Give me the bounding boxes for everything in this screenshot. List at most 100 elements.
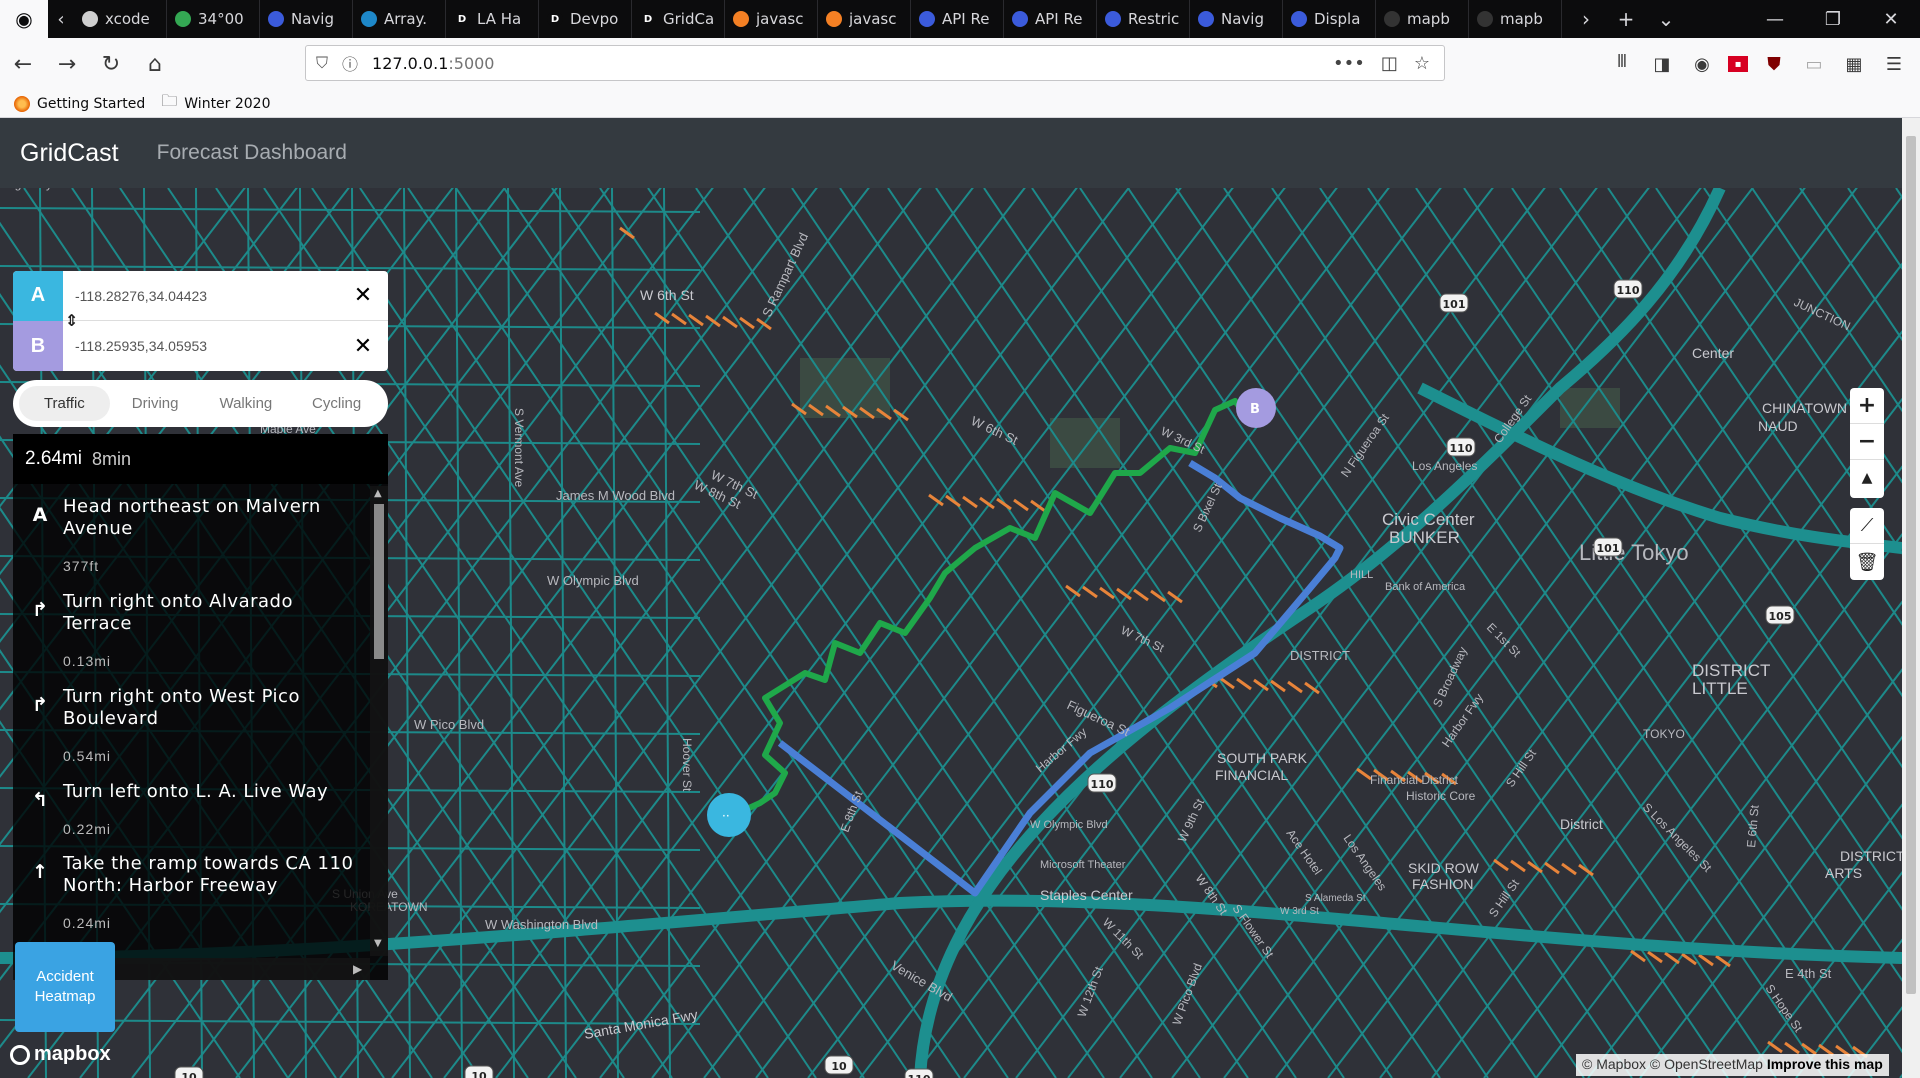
highway-shield-icon: 101 <box>1439 293 1469 313</box>
close-window-button[interactable]: ✕ <box>1862 0 1920 38</box>
instruction-step[interactable]: ↑ Take the ramp towards CA 110 North: Ha… <box>13 853 368 948</box>
trash-button[interactable]: 🗑 <box>1850 544 1884 580</box>
mapbox-logo[interactable]: mapbox <box>10 1043 111 1066</box>
clear-destination-button[interactable]: ✕ <box>338 334 388 359</box>
back-button[interactable]: ← <box>2 43 44 85</box>
tab-favicon-icon <box>175 11 191 27</box>
info-icon[interactable]: ⓘ <box>342 51 358 75</box>
browser-tab[interactable]: javasc <box>725 0 818 38</box>
bookmark-folder-winter-2020[interactable]: 🗀 Winter 2020 <box>161 90 270 117</box>
step-text: Turn left onto L. A. Live Way <box>63 781 329 802</box>
library-icon[interactable]: 𝍫 <box>1608 50 1636 78</box>
step-text: Head northeast on Malvern Avenue <box>63 496 321 539</box>
draw-line-button[interactable]: ⟋ <box>1850 508 1884 544</box>
scroll-tabs-right-icon[interactable]: › <box>1566 0 1606 38</box>
browser-tab[interactable]: D GridCa <box>632 0 725 38</box>
turn-left-icon: ↰ <box>32 789 48 811</box>
forward-button[interactable]: → <box>46 43 88 85</box>
map-attribution: © Mapbox © OpenStreetMap Improve this ma… <box>1576 1054 1889 1076</box>
scroll-tabs-left-icon[interactable]: ‹ <box>48 0 74 38</box>
osm-attribution-link[interactable]: © OpenStreetMap <box>1650 1056 1763 1072</box>
turn-right-icon: ↱ <box>32 599 48 621</box>
browser-tab[interactable]: Displa <box>1283 0 1376 38</box>
bookmark-star-icon[interactable]: ☆ <box>1414 53 1430 74</box>
map-label: ARTS <box>1825 865 1862 881</box>
map-canvas[interactable]: ·· B W 6th St S Rampart Blvd W 3rd St W 6th… <box>0 188 1902 1078</box>
list-all-tabs-icon[interactable]: ⌄ <box>1646 0 1686 38</box>
depart-icon: A <box>32 504 48 526</box>
extension-red-icon[interactable]: ▪ <box>1728 56 1748 72</box>
browser-tab[interactable]: mapb <box>1469 0 1562 38</box>
profile-traffic[interactable]: Traffic <box>19 386 110 421</box>
step-text: Take the ramp towards CA 110 North: Harb… <box>63 853 354 896</box>
scroll-right-icon[interactable]: ▶ <box>353 962 362 976</box>
browser-tab[interactable]: API Re <box>911 0 1004 38</box>
browser-tab[interactable]: Restric <box>1097 0 1190 38</box>
accident-heatmap-button[interactable]: Accident Heatmap <box>15 942 115 1032</box>
tab-title: javasc <box>756 10 804 28</box>
instruction-step[interactable]: ↱ Turn right onto Alvarado Terrace 0.13m… <box>13 591 368 686</box>
compass-button[interactable]: ▲ <box>1850 460 1884 496</box>
forecast-dashboard-link[interactable]: Forecast Dashboard <box>157 141 347 165</box>
minimize-window-button[interactable]: — <box>1746 0 1804 38</box>
swap-locations-icon[interactable]: ⇕ <box>65 311 78 330</box>
origin-input[interactable] <box>75 287 330 304</box>
traffic-congestion-segment <box>1698 953 1714 967</box>
menu-icon[interactable]: ☰ <box>1880 50 1908 78</box>
reload-button[interactable]: ↻ <box>90 43 132 85</box>
clear-origin-button[interactable]: ✕ <box>338 283 388 308</box>
tab-favicon-icon <box>82 11 98 27</box>
browser-tab[interactable]: javasc <box>818 0 911 38</box>
ublock-icon[interactable]: ⛊ <box>1760 50 1788 78</box>
address-bar[interactable]: ⛉ ⓘ 127.0.0.1:5000 ••• ◫ ☆ <box>305 45 1445 81</box>
browser-tab[interactable]: Navig <box>1190 0 1283 38</box>
map-label: W Washington Blvd <box>485 917 598 932</box>
browser-tab[interactable]: xcode <box>74 0 167 38</box>
shield-icon[interactable]: ⛉ <box>316 53 328 73</box>
destination-marker-label: B <box>1250 402 1260 417</box>
profile-walking[interactable]: Walking <box>201 386 292 421</box>
browser-tab[interactable]: D Devpo <box>539 0 632 38</box>
profile-driving[interactable]: Driving <box>110 386 201 421</box>
pocket-icon[interactable]: ◫ <box>1381 53 1398 74</box>
brand-link[interactable]: GridCast <box>20 139 119 168</box>
improve-map-link[interactable]: Improve this map <box>1767 1056 1883 1072</box>
scroll-up-icon[interactable]: ▲ <box>374 488 382 499</box>
bookmark-getting-started[interactable]: Getting Started <box>14 95 145 112</box>
restore-window-button[interactable]: ❐ <box>1804 0 1862 38</box>
extension-grey-icon[interactable]: ▭ <box>1800 50 1828 78</box>
tab-favicon-icon <box>361 11 377 27</box>
map-label: Microsoft Theater <box>1040 859 1126 871</box>
instructions-vertical-scrollbar[interactable]: ▲ ▼ <box>370 486 388 956</box>
instruction-step[interactable]: A Head northeast on Malvern Avenue 377ft <box>13 496 368 591</box>
map-label: Harbor Fwy <box>1033 725 1090 776</box>
instruction-step[interactable]: ↱ Turn right onto West Pico Boulevard 0.… <box>13 686 368 781</box>
home-button[interactable]: ⌂ <box>134 43 176 85</box>
browser-tab[interactable]: Navig <box>260 0 353 38</box>
extension-grid-icon[interactable]: ▦ <box>1840 50 1868 78</box>
account-icon[interactable]: ◉ <box>1688 50 1716 78</box>
destination-input[interactable] <box>75 338 330 354</box>
mapbox-attribution-link[interactable]: © Mapbox <box>1582 1056 1646 1072</box>
browser-tab[interactable]: D LA Ha <box>446 0 539 38</box>
zoom-in-button[interactable]: + <box>1850 388 1884 424</box>
park-area <box>1560 388 1620 428</box>
scrollbar-thumb[interactable] <box>374 504 384 659</box>
browser-tab[interactable]: mapb <box>1376 0 1469 38</box>
traffic-congestion-segment <box>1510 859 1526 873</box>
route-profile-switcher: Traffic Driving Walking Cycling <box>13 380 388 427</box>
browser-tab[interactable]: Array. <box>353 0 446 38</box>
instruction-step[interactable]: ↰ Turn left onto L. A. Live Way 0.22mi <box>13 781 368 853</box>
browser-tab[interactable]: 34°00 <box>167 0 260 38</box>
traffic-congestion-segment <box>1561 862 1577 876</box>
page-actions-icon[interactable]: ••• <box>1333 53 1365 74</box>
new-tab-button[interactable]: + <box>1606 0 1646 38</box>
scroll-down-icon[interactable]: ▼ <box>374 938 382 949</box>
profile-cycling[interactable]: Cycling <box>291 386 382 421</box>
browser-tab[interactable]: API Re <box>1004 0 1097 38</box>
tab-overview-icon[interactable]: ◉ <box>0 0 48 38</box>
zoom-out-button[interactable]: − <box>1850 424 1884 460</box>
page-scrollbar-thumb[interactable] <box>1906 136 1916 994</box>
page-vertical-scrollbar[interactable] <box>1902 118 1920 1078</box>
sidebar-icon[interactable]: ◨ <box>1648 50 1676 78</box>
